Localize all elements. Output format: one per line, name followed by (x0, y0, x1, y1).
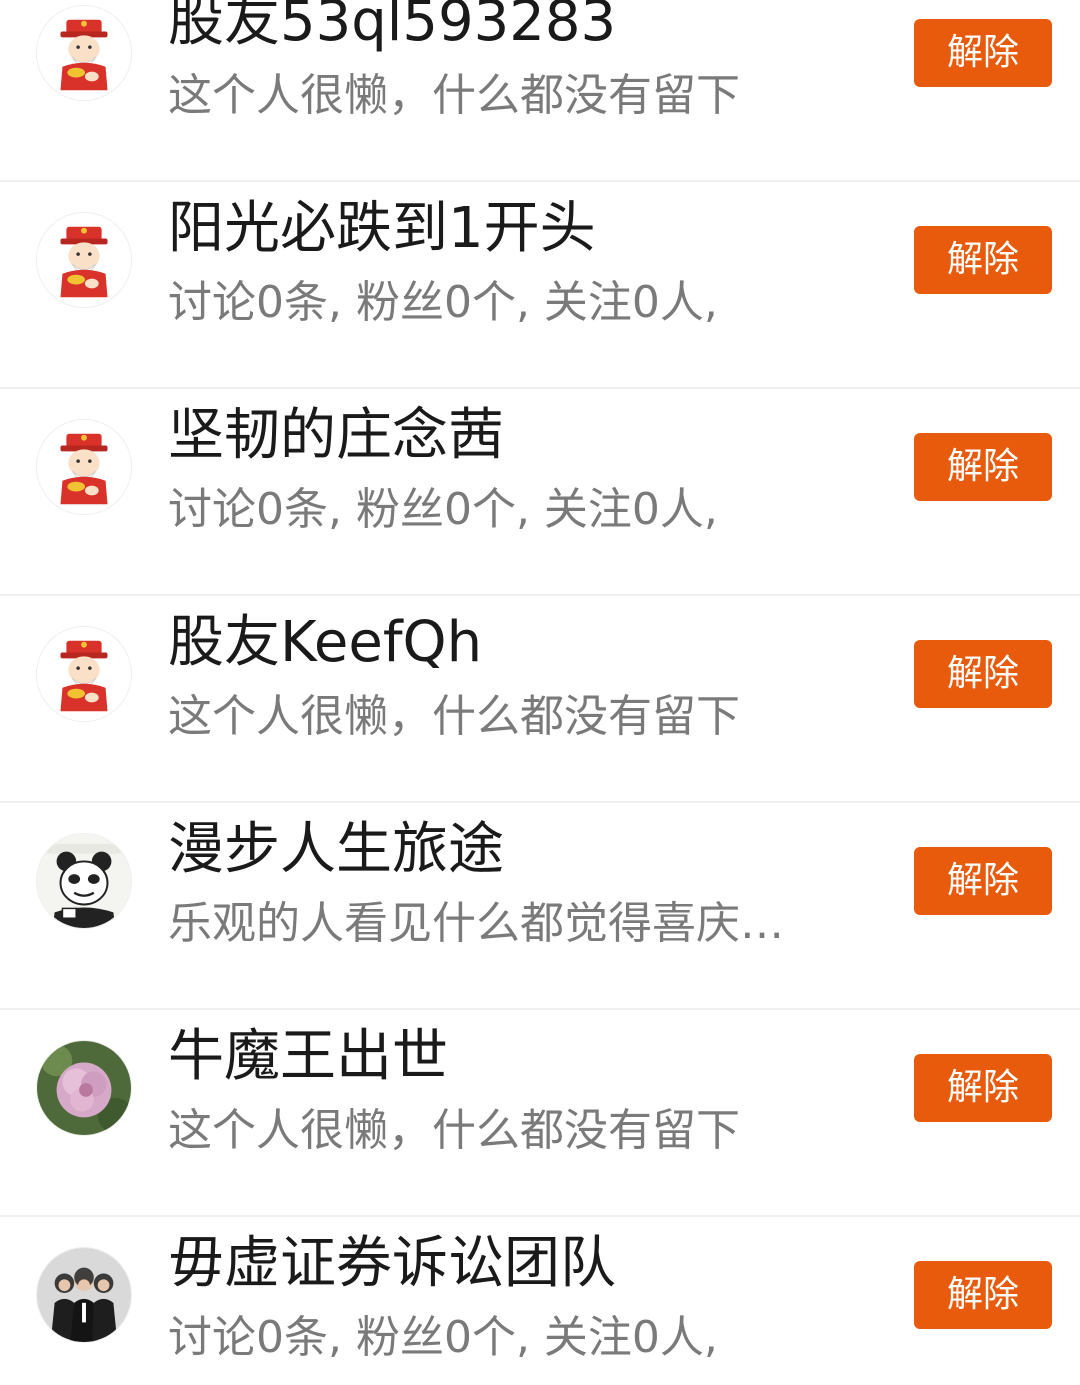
list-item[interactable]: 阳光必跌到1开头 讨论0条, 粉丝0个, 关注0人, 解除 (0, 183, 1080, 389)
user-description: 这个人很懒，什么都没有留下 (168, 70, 740, 121)
user-name: 股友KeefQh (168, 610, 483, 675)
list-item[interactable]: 股友53ql593283 这个人很懒，什么都没有留下 解除 (0, 0, 1080, 182)
group-photo-avatar-icon (37, 1248, 131, 1342)
flower-photo-avatar-icon (37, 1041, 131, 1135)
unblock-button[interactable]: 解除 (914, 1054, 1052, 1122)
fortune-god-avatar-icon (37, 420, 131, 514)
user-name: 坚韧的庄念茜 (168, 403, 504, 468)
avatar[interactable] (36, 1040, 132, 1136)
avatar[interactable] (36, 833, 132, 929)
avatar[interactable] (36, 419, 132, 515)
user-description: 乐观的人看见什么都觉得喜庆… (168, 898, 784, 949)
fortune-god-avatar-icon (37, 213, 131, 307)
unblock-button[interactable]: 解除 (914, 433, 1052, 501)
fortune-god-avatar-icon (37, 6, 131, 100)
list-item[interactable]: 牛魔王出世 这个人很懒，什么都没有留下 解除 (0, 1011, 1080, 1217)
list-item[interactable]: 毋虚证券诉讼团队 讨论0条, 粉丝0个, 关注0人, 解除 (0, 1218, 1080, 1385)
unblock-button[interactable]: 解除 (914, 1261, 1052, 1329)
avatar[interactable] (36, 212, 132, 308)
avatar[interactable] (36, 1247, 132, 1343)
user-name: 毋虚证券诉讼团队 (168, 1231, 616, 1296)
blocked-user-list: 股友53ql593283 这个人很懒，什么都没有留下 解除 阳光必跌到1开头 讨… (0, 0, 1080, 1385)
user-name: 漫步人生旅途 (168, 817, 504, 882)
unblock-button[interactable]: 解除 (914, 640, 1052, 708)
panda-meme-avatar-icon (37, 834, 131, 928)
user-name: 阳光必跌到1开头 (168, 196, 596, 261)
user-description: 这个人很懒，什么都没有留下 (168, 1105, 740, 1156)
avatar[interactable] (36, 5, 132, 101)
user-description: 讨论0条, 粉丝0个, 关注0人, (168, 1312, 718, 1363)
unblock-button[interactable]: 解除 (914, 19, 1052, 87)
unblock-button[interactable]: 解除 (914, 226, 1052, 294)
user-description: 讨论0条, 粉丝0个, 关注0人, (168, 277, 718, 328)
user-description: 讨论0条, 粉丝0个, 关注0人, (168, 484, 718, 535)
user-name: 牛魔王出世 (168, 1024, 448, 1089)
unblock-button[interactable]: 解除 (914, 847, 1052, 915)
list-item[interactable]: 漫步人生旅途 乐观的人看见什么都觉得喜庆… 解除 (0, 804, 1080, 1010)
list-item[interactable]: 坚韧的庄念茜 讨论0条, 粉丝0个, 关注0人, 解除 (0, 390, 1080, 596)
fortune-god-avatar-icon (37, 627, 131, 721)
user-description: 这个人很懒，什么都没有留下 (168, 691, 740, 742)
user-name: 股友53ql593283 (168, 0, 617, 54)
avatar[interactable] (36, 626, 132, 722)
list-item[interactable]: 股友KeefQh 这个人很懒，什么都没有留下 解除 (0, 597, 1080, 803)
